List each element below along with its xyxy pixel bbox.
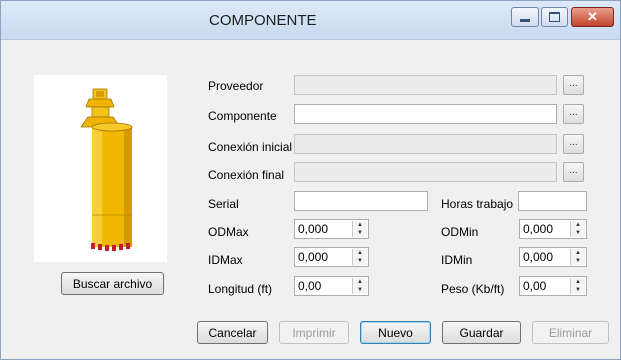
spin-down-icon[interactable]: ▼ [353, 286, 367, 294]
longitud-value: 0,00 [298, 279, 322, 293]
spin-down-icon[interactable]: ▼ [571, 286, 585, 294]
spin-down-icon[interactable]: ▼ [353, 257, 367, 265]
componente-label: Componente [208, 109, 277, 123]
componente-window: COMPONENTE ✕ Buscar archivo Proveedor ..… [0, 0, 621, 360]
imprimir-button[interactable]: Imprimir [279, 321, 349, 344]
idmin-spin-buttons[interactable]: ▲ ▼ [570, 249, 585, 265]
conexion-inicial-label: Conexión inicial [208, 140, 293, 154]
odmax-value: 0,000 [298, 222, 329, 236]
maximize-icon [549, 12, 560, 22]
conexion-final-browse-button[interactable]: ... [563, 162, 584, 182]
cancelar-button[interactable]: Cancelar [197, 321, 268, 344]
horas-trabajo-label: Horas trabajo [441, 197, 514, 211]
odmin-value: 0,000 [523, 222, 554, 236]
horas-trabajo-field[interactable] [518, 191, 587, 211]
proveedor-browse-button[interactable]: ... [563, 75, 584, 95]
guardar-button[interactable]: Guardar [442, 321, 521, 344]
componente-browse-button[interactable]: ... [563, 104, 584, 124]
drill-component-illustration [80, 88, 133, 251]
close-button[interactable]: ✕ [571, 7, 614, 27]
nuevo-button[interactable]: Nuevo [360, 321, 431, 344]
spin-down-icon[interactable]: ▼ [571, 257, 585, 265]
peso-stepper[interactable]: 0,00 ▲ ▼ [519, 276, 587, 296]
maximize-button[interactable] [541, 7, 568, 27]
title-bar: COMPONENTE ✕ [1, 1, 620, 40]
odmin-label: ODMin [441, 225, 479, 239]
idmin-stepper[interactable]: 0,000 ▲ ▼ [519, 247, 587, 267]
odmax-label: ODMax [208, 225, 249, 239]
conexion-inicial-field[interactable] [294, 134, 557, 154]
eliminar-button[interactable]: Eliminar [532, 321, 609, 344]
idmax-label: IDMax [208, 253, 243, 267]
idmin-label: IDMin [441, 253, 473, 267]
conexion-final-field[interactable] [294, 162, 557, 182]
spin-down-icon[interactable]: ▼ [571, 229, 585, 237]
odmax-spin-buttons[interactable]: ▲ ▼ [352, 221, 367, 237]
serial-field[interactable] [294, 191, 428, 211]
buscar-archivo-button[interactable]: Buscar archivo [61, 272, 164, 295]
close-icon: ✕ [587, 9, 598, 24]
component-preview-image [34, 75, 167, 262]
idmin-value: 0,000 [523, 250, 554, 264]
odmin-spin-buttons[interactable]: ▲ ▼ [570, 221, 585, 237]
minimize-icon [520, 18, 530, 22]
peso-value: 0,00 [523, 279, 547, 293]
serial-label: Serial [208, 197, 239, 211]
idmax-value: 0,000 [298, 250, 329, 264]
componente-field[interactable] [294, 104, 557, 124]
odmax-stepper[interactable]: 0,000 ▲ ▼ [294, 219, 369, 239]
peso-spin-buttons[interactable]: ▲ ▼ [570, 278, 585, 294]
conexion-final-label: Conexión final [208, 168, 285, 182]
spin-down-icon[interactable]: ▼ [353, 229, 367, 237]
odmin-stepper[interactable]: 0,000 ▲ ▼ [519, 219, 587, 239]
minimize-button[interactable] [511, 7, 539, 27]
peso-label: Peso (Kb/ft) [441, 282, 505, 296]
proveedor-field[interactable] [294, 75, 557, 95]
longitud-label: Longitud (ft) [208, 282, 273, 296]
longitud-spin-buttons[interactable]: ▲ ▼ [352, 278, 367, 294]
conexion-inicial-browse-button[interactable]: ... [563, 134, 584, 154]
proveedor-label: Proveedor [208, 79, 264, 93]
idmax-spin-buttons[interactable]: ▲ ▼ [352, 249, 367, 265]
idmax-stepper[interactable]: 0,000 ▲ ▼ [294, 247, 369, 267]
longitud-stepper[interactable]: 0,00 ▲ ▼ [294, 276, 369, 296]
window-title: COMPONENTE [209, 12, 317, 29]
